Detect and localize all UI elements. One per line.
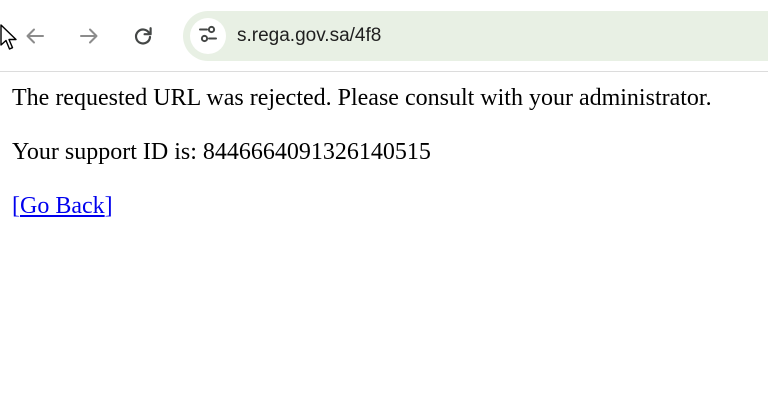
- arrow-back-icon: [24, 25, 46, 47]
- go-back-paragraph: [Go Back]: [12, 192, 752, 220]
- rejection-message: The requested URL was rejected. Please c…: [12, 85, 712, 111]
- tune-icon: [197, 23, 219, 50]
- address-bar[interactable]: s.rega.gov.sa/4f8: [183, 11, 768, 61]
- url-text[interactable]: s.rega.gov.sa/4f8: [237, 24, 381, 48]
- back-button[interactable]: [17, 18, 53, 54]
- site-info-button[interactable]: [190, 18, 226, 54]
- link-open-bracket: [: [12, 193, 20, 219]
- link-close-bracket: ]: [104, 193, 113, 219]
- go-back-link[interactable]: [Go Back]: [12, 193, 113, 219]
- support-id-text: Your support ID is: 8446664091326140515: [12, 139, 431, 165]
- go-back-label: Go Back: [20, 193, 105, 219]
- reload-icon: [132, 25, 154, 47]
- arrow-forward-icon: [78, 25, 100, 47]
- page-content: The requested URL was rejected. Please c…: [12, 84, 752, 246]
- browser-toolbar: s.rega.gov.sa/4f8: [0, 0, 768, 72]
- reload-button[interactable]: [125, 18, 161, 54]
- forward-button[interactable]: [71, 18, 107, 54]
